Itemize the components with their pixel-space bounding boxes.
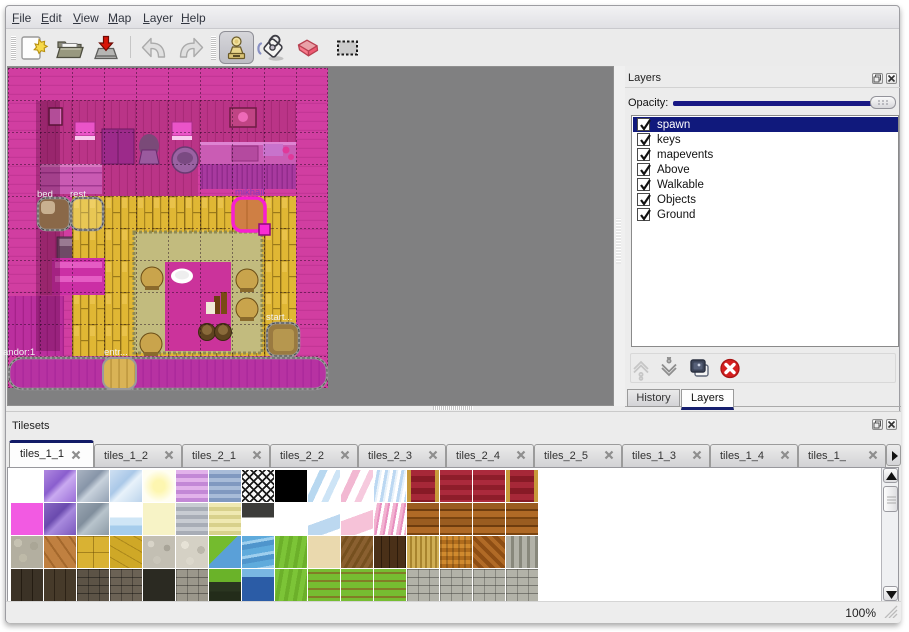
- svg-text:bed: bed: [37, 189, 53, 200]
- svg-text:entr...: entr...: [104, 347, 128, 358]
- svg-text:mikhail: mikhail: [235, 187, 265, 198]
- svg-text:rest: rest: [70, 189, 86, 200]
- svg-text:andor:1: andor:1: [3, 347, 35, 358]
- svg-text:start...: start...: [266, 312, 292, 323]
